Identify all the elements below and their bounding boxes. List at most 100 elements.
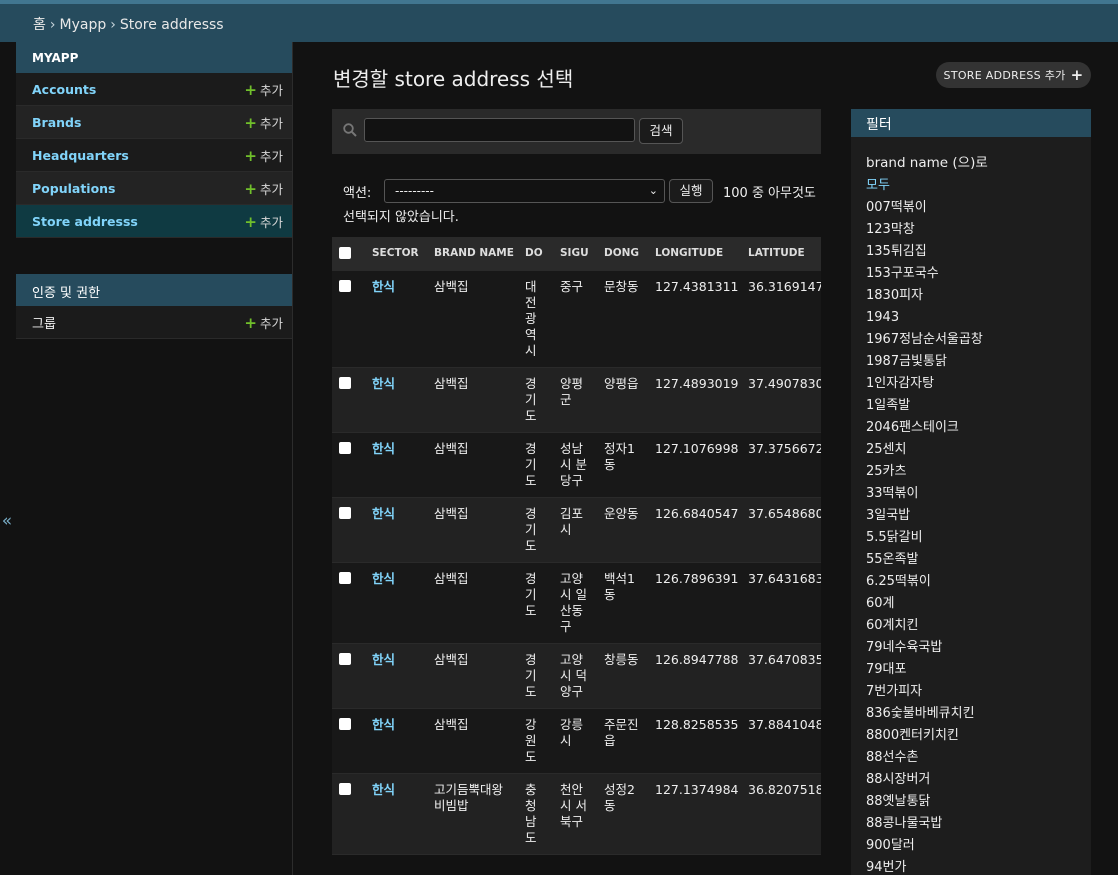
filter-option[interactable]: 3일국밥 <box>866 505 1091 527</box>
module-caption-auth[interactable]: 인증 및 권한 <box>16 274 292 306</box>
row-checkbox[interactable] <box>339 376 351 389</box>
filter-option[interactable]: 900달러 <box>866 835 1091 857</box>
filter-option[interactable]: 7번가피자 <box>866 681 1091 703</box>
dong-cell: 백석1동 <box>597 562 648 644</box>
longitude-cell: 127.1374984 <box>648 773 741 855</box>
filter-option[interactable]: 88옛날통닭 <box>866 791 1091 813</box>
plus-icon: + <box>1070 66 1084 84</box>
dong-cell: 문창동 <box>597 270 648 368</box>
collapse-sidebar-icon[interactable]: « <box>0 510 14 532</box>
filter-option[interactable]: 135튀김집 <box>866 241 1091 263</box>
sector-link[interactable]: 한식 <box>372 279 395 294</box>
add-accounts-link[interactable]: + 추가 <box>244 80 283 99</box>
plus-icon: + <box>244 80 257 99</box>
filter-option[interactable]: 2046팬스테이크 <box>866 417 1091 439</box>
sigu-cell: 김포시 <box>553 497 597 563</box>
sector-link[interactable]: 한식 <box>372 652 395 667</box>
filter-option[interactable]: 1987금빛통닭 <box>866 351 1091 373</box>
action-note: 선택되지 않았습니다. <box>343 210 459 225</box>
run-action-button[interactable]: 실행 <box>669 179 713 203</box>
action-select[interactable]: --------- ⌄ <box>384 179 665 203</box>
row-checkbox[interactable] <box>339 717 351 730</box>
row-checkbox[interactable] <box>339 782 351 795</box>
filter-option[interactable]: 25센치 <box>866 439 1091 461</box>
search-toolbar: 검색 <box>332 109 821 154</box>
filter-option[interactable]: 1인자감자탕 <box>866 373 1091 395</box>
add-brands-link[interactable]: + 추가 <box>244 113 283 132</box>
add-populations-link[interactable]: + 추가 <box>244 179 283 198</box>
sector-link[interactable]: 한식 <box>372 376 395 391</box>
filter-option[interactable]: 88콩나물국밥 <box>866 813 1091 835</box>
column-header-latitude[interactable]: LATITUDE <box>741 237 821 271</box>
filter-option[interactable]: 88선수촌 <box>866 747 1091 769</box>
filter-option[interactable]: 88시장버거 <box>866 769 1091 791</box>
filter-option[interactable]: 1943 <box>866 307 1091 329</box>
breadcrumb-app-link[interactable]: Myapp <box>60 17 107 33</box>
row-checkbox[interactable] <box>339 441 351 454</box>
filter-option[interactable]: 1830피자 <box>866 285 1091 307</box>
column-header-sector[interactable]: SECTOR <box>365 237 427 271</box>
add-store-addresss-link[interactable]: + 추가 <box>244 212 283 231</box>
plus-icon: + <box>244 113 257 132</box>
add-store-address-button[interactable]: STORE ADDRESS 추가 + <box>936 62 1091 88</box>
sigu-cell: 고양시 일산동구 <box>553 562 597 644</box>
filter-option[interactable]: 79대포 <box>866 659 1091 681</box>
model-link-store-addresss[interactable]: Store addresss <box>32 214 138 229</box>
filter-option[interactable]: 60계 <box>866 593 1091 615</box>
add-label: 추가 <box>259 148 283 164</box>
brand-name-cell: 삼백집 <box>427 708 518 774</box>
sector-link[interactable]: 한식 <box>372 717 395 732</box>
select-all-checkbox[interactable] <box>339 247 351 260</box>
header-bar: 홈 › Myapp › Store addresss <box>0 0 1118 42</box>
filter-option-all[interactable]: 모두 <box>866 175 1091 197</box>
search-input[interactable] <box>364 118 635 142</box>
filter-option[interactable]: 55온족발 <box>866 549 1091 571</box>
filter-option[interactable]: 33떡볶이 <box>866 483 1091 505</box>
model-link-headquarters[interactable]: Headquarters <box>32 148 129 163</box>
sector-link[interactable]: 한식 <box>372 441 395 456</box>
model-link-populations[interactable]: Populations <box>32 181 116 196</box>
add-headquarters-link[interactable]: + 추가 <box>244 146 283 165</box>
search-button[interactable]: 검색 <box>639 118 683 144</box>
column-header-brand-name[interactable]: BRAND NAME <box>427 237 518 271</box>
filter-option[interactable]: 123막창 <box>866 219 1091 241</box>
row-checkbox[interactable] <box>339 571 351 584</box>
filter-option[interactable]: 007떡볶이 <box>866 197 1091 219</box>
filter-option[interactable]: 79네수육국밥 <box>866 637 1091 659</box>
latitude-cell: 37.65486809 <box>741 497 821 563</box>
filter-option[interactable]: 25카츠 <box>866 461 1091 483</box>
filter-option[interactable]: 153구포국수 <box>866 263 1091 285</box>
column-header-do[interactable]: DO <box>518 237 553 271</box>
column-header-longitude[interactable]: LONGITUDE <box>648 237 741 271</box>
row-select-cell <box>332 367 365 433</box>
sector-link[interactable]: 한식 <box>372 571 395 586</box>
column-header-sigu[interactable]: SIGU <box>553 237 597 271</box>
filter-option[interactable]: 8800켄터키치킨 <box>866 725 1091 747</box>
filter-option[interactable]: 94번가 <box>866 857 1091 875</box>
latitude-cell: 36.31691478 <box>741 270 821 368</box>
filter-panel: 필터 brand name (으)로 모두 007떡볶이 123막창 135튀김… <box>851 109 1091 875</box>
row-checkbox[interactable] <box>339 279 351 292</box>
model-link-brands[interactable]: Brands <box>32 115 81 130</box>
filter-option[interactable]: 6.25떡볶이 <box>866 571 1091 593</box>
add-groups-link[interactable]: + 추가 <box>244 313 283 332</box>
sector-link[interactable]: 한식 <box>372 506 395 521</box>
dong-cell: 성정2동 <box>597 773 648 855</box>
breadcrumb-separator: › <box>49 17 56 33</box>
model-link-groups[interactable]: 그룹 <box>32 313 56 332</box>
filter-option[interactable]: 836숯불바베큐치킨 <box>866 703 1091 725</box>
sidebar-item-brands: Brands + 추가 <box>16 106 292 139</box>
filter-option[interactable]: 5.5닭갈비 <box>866 527 1091 549</box>
breadcrumb-home-link[interactable]: 홈 <box>33 17 46 33</box>
column-header-dong[interactable]: DONG <box>597 237 648 271</box>
filter-option[interactable]: 1967정남순서울곱창 <box>866 329 1091 351</box>
filter-option[interactable]: 60계치킨 <box>866 615 1091 637</box>
sigu-cell: 성남시 분당구 <box>553 432 597 498</box>
filter-option[interactable]: 1일족발 <box>866 395 1091 417</box>
longitude-cell: 126.7896391 <box>648 562 741 644</box>
module-caption-myapp[interactable]: MYAPP <box>16 42 292 73</box>
model-link-accounts[interactable]: Accounts <box>32 82 96 97</box>
sector-link[interactable]: 한식 <box>372 782 395 797</box>
row-checkbox[interactable] <box>339 652 351 665</box>
row-checkbox[interactable] <box>339 506 351 519</box>
